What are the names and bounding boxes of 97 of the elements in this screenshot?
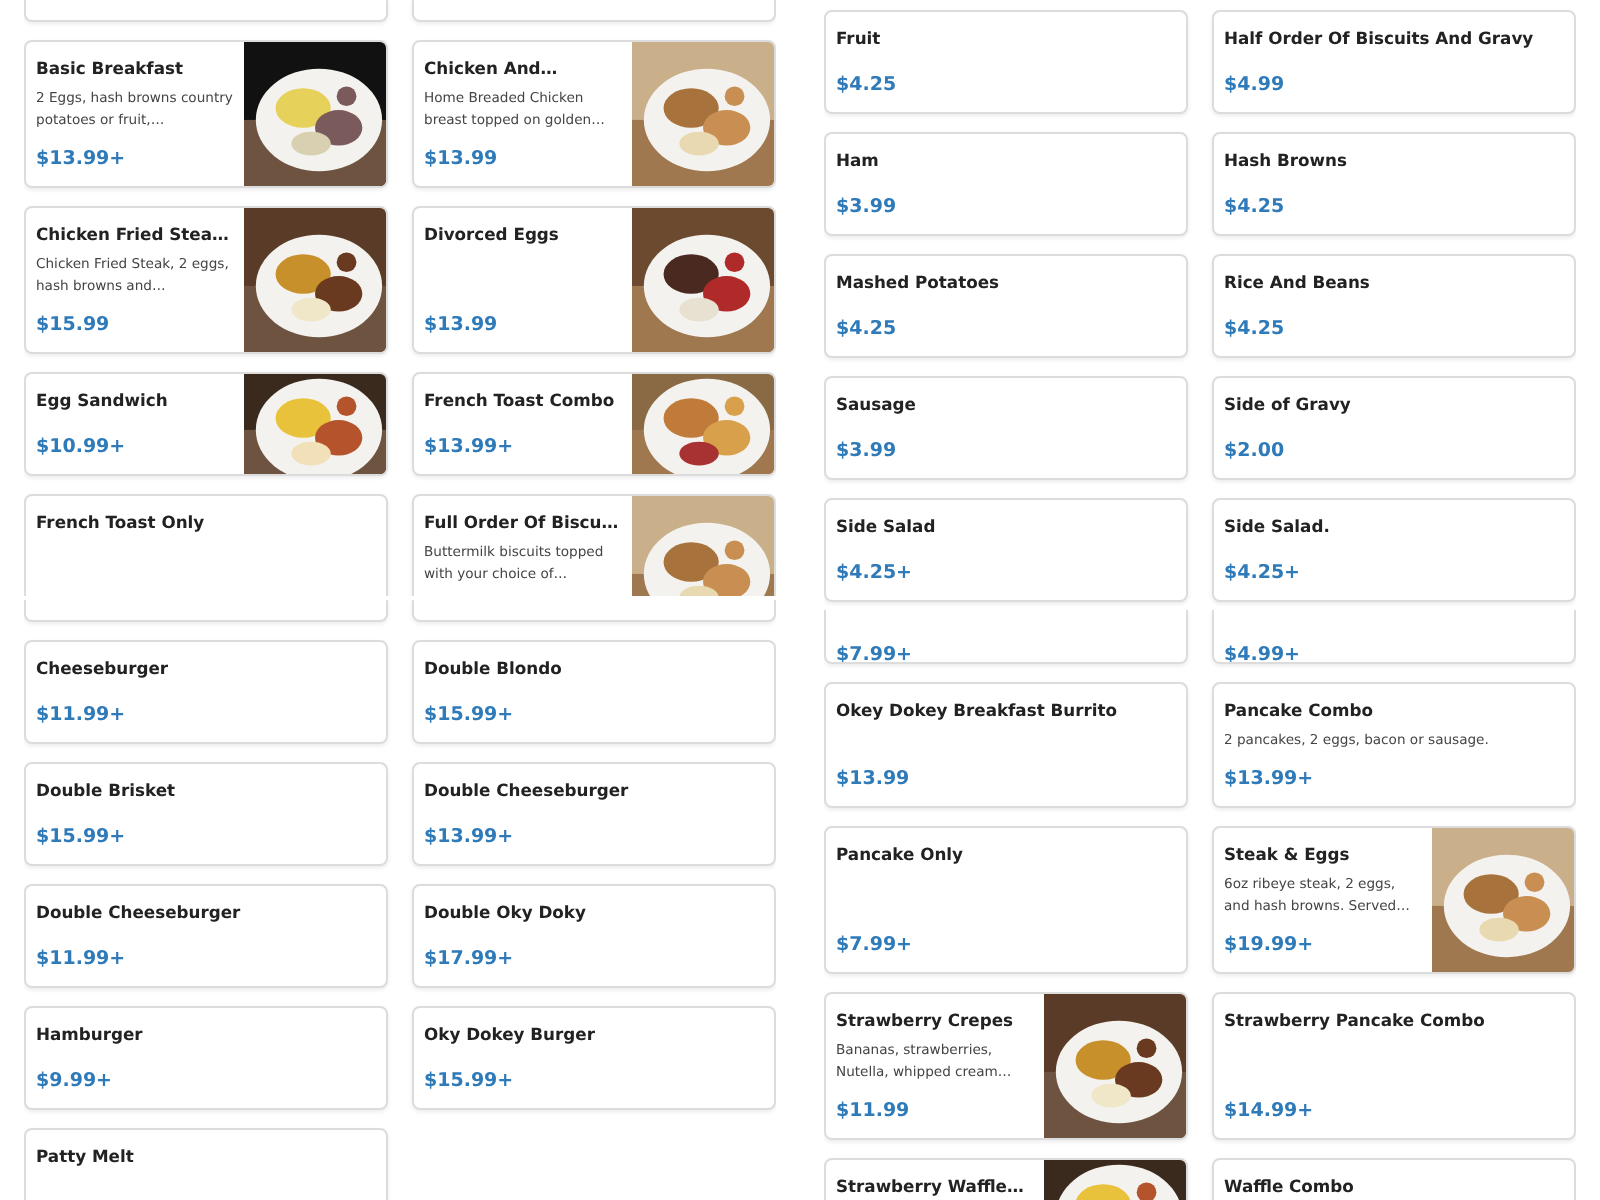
menu-card[interactable]: Okey Dokey Breakfast Burrito $13.99 — [824, 682, 1188, 808]
item-name: Divorced Eggs — [424, 222, 561, 246]
item-name: Strawberry Waffle… — [836, 1174, 1026, 1198]
item-name: Double Cheeseburger — [36, 900, 243, 924]
item-name: Rice And Beans — [1224, 270, 1372, 294]
menu-card[interactable]: Fruit $4.25 — [824, 10, 1188, 114]
item-price: $13.99 — [424, 146, 500, 172]
item-price: $10.99+ — [36, 434, 128, 460]
menu-card[interactable]: French Toast Only — [24, 494, 388, 596]
menu-card[interactable]: Double Cheeseburger $13.99+ — [412, 762, 776, 866]
menu-card[interactable] — [24, 0, 388, 22]
item-price: $3.99 — [836, 438, 899, 464]
menu-card[interactable]: Side of Gravy $2.00 — [1212, 376, 1576, 480]
menu-card[interactable]: Sausage $3.99 — [824, 376, 1188, 480]
item-price: $4.25+ — [1224, 560, 1303, 586]
item-name: Basic Breakfast — [36, 56, 185, 80]
item-name: Side Salad — [836, 514, 938, 538]
item-price: $17.99+ — [424, 946, 516, 972]
item-price: $14.99+ — [1224, 1098, 1316, 1124]
menu-card[interactable]: Waffle Combo — [1212, 1158, 1576, 1200]
item-name: Waffle Combo — [1224, 1174, 1356, 1198]
menu-card[interactable]: Double Brisket $15.99+ — [24, 762, 388, 866]
item-price: $11.99+ — [36, 702, 128, 728]
item-price: $15.99+ — [36, 824, 128, 850]
menu-card[interactable]: Double Cheeseburger $11.99+ — [24, 884, 388, 988]
item-name: Sausage — [836, 392, 918, 416]
item-name: French Toast Combo — [424, 388, 617, 412]
item-price: $7.99+ — [836, 932, 915, 958]
item-name: Strawberry Pancake Combo — [1224, 1008, 1487, 1032]
item-price: $13.99 — [424, 312, 500, 338]
item-name: French Toast Only — [36, 510, 207, 534]
item-price: $9.99+ — [36, 1068, 115, 1094]
item-name: Side of Gravy — [1224, 392, 1353, 416]
menu-card[interactable]: Egg Sandwich $10.99+ — [24, 372, 388, 476]
item-name: Steak & Eggs — [1224, 842, 1352, 866]
item-name: Hamburger — [36, 1022, 145, 1046]
menu-card[interactable]: Cheeseburger $11.99+ — [24, 640, 388, 744]
item-price: $4.25 — [836, 72, 899, 98]
item-name: Cheeseburger — [36, 656, 171, 680]
item-price: $11.99 — [836, 1098, 912, 1124]
item-name: Double Cheeseburger — [424, 778, 631, 802]
menu-card[interactable]: Hash Browns $4.25 — [1212, 132, 1576, 236]
item-name: Side Salad. — [1224, 514, 1332, 538]
menu-card[interactable]: Double Oky Doky $17.99+ — [412, 884, 776, 988]
menu-card[interactable]: Strawberry Waffle… — [824, 1158, 1188, 1200]
item-name: Pancake Only — [836, 842, 965, 866]
item-name: Strawberry Crepes — [836, 1008, 1015, 1032]
item-name: Pancake Combo — [1224, 698, 1375, 722]
item-price: $13.99+ — [1224, 766, 1316, 792]
item-price: $4.99 — [1224, 72, 1287, 98]
menu-card[interactable]: Ham $3.99 — [824, 132, 1188, 236]
menu-card[interactable] — [412, 0, 776, 22]
item-name: Okey Dokey Breakfast Burrito — [836, 698, 1119, 722]
item-price: $15.99+ — [424, 1068, 516, 1094]
item-price: $11.99+ — [36, 946, 128, 972]
menu-card[interactable]: Hamburger $9.99+ — [24, 1006, 388, 1110]
item-price: $4.25 — [1224, 316, 1287, 342]
menu-card[interactable]: Patty Melt — [24, 1128, 388, 1200]
menu-card[interactable]: Side Salad $4.25+ — [824, 498, 1188, 602]
item-name: Chicken And… — [424, 56, 560, 80]
item-name: Oky Dokey Burger — [424, 1022, 597, 1046]
menu-card[interactable]: French Toast Combo $13.99+ — [412, 372, 776, 476]
item-price: $15.99+ — [424, 702, 516, 728]
item-price: $19.99+ — [1224, 932, 1316, 958]
menu-card[interactable]: Mashed Potatoes $4.25 — [824, 254, 1188, 358]
item-name: Patty Melt — [36, 1144, 136, 1168]
item-price: $13.99+ — [424, 434, 516, 460]
menu-card[interactable]: Side Salad. $4.25+ — [1212, 498, 1576, 602]
menu-card[interactable]: Divorced Eggs $13.99 — [412, 206, 776, 354]
item-price: $2.00 — [1224, 438, 1287, 464]
item-name: Chicken Fried Stea… — [36, 222, 231, 246]
item-name: Hash Browns — [1224, 148, 1349, 172]
menu-card[interactable]: Pancake Only $7.99+ — [824, 826, 1188, 974]
item-price: $4.25+ — [836, 560, 915, 586]
menu-card[interactable]: Rice And Beans $4.25 — [1212, 254, 1576, 358]
item-price: $13.99+ — [36, 146, 128, 172]
item-name: Double Blondo — [424, 656, 564, 680]
item-name: Double Brisket — [36, 778, 178, 802]
menu-card[interactable]: Double Blondo $15.99+ — [412, 640, 776, 744]
item-name: Mashed Potatoes — [836, 270, 1001, 294]
item-price: $4.25 — [1224, 194, 1287, 220]
menu-card[interactable] — [24, 600, 388, 622]
menu-card[interactable]: Half Order Of Biscuits And Gravy $4.99 — [1212, 10, 1576, 114]
item-name: Double Oky Doky — [424, 900, 588, 924]
item-name: Ham — [836, 148, 881, 172]
menu-card[interactable] — [412, 600, 776, 622]
item-name: Half Order Of Biscuits And Gravy — [1224, 26, 1536, 50]
item-price: $13.99+ — [424, 824, 516, 850]
item-price: $15.99 — [36, 312, 112, 338]
item-name: Fruit — [836, 26, 883, 50]
menu-card[interactable]: Strawberry Pancake Combo $14.99+ — [1212, 992, 1576, 1140]
item-price: $3.99 — [836, 194, 899, 220]
menu-card[interactable]: Oky Dokey Burger $15.99+ — [412, 1006, 776, 1110]
item-price: $4.25 — [836, 316, 899, 342]
item-name: Egg Sandwich — [36, 388, 170, 412]
item-price: $13.99 — [836, 766, 912, 792]
item-name: Full Order Of Biscu… — [424, 510, 621, 534]
